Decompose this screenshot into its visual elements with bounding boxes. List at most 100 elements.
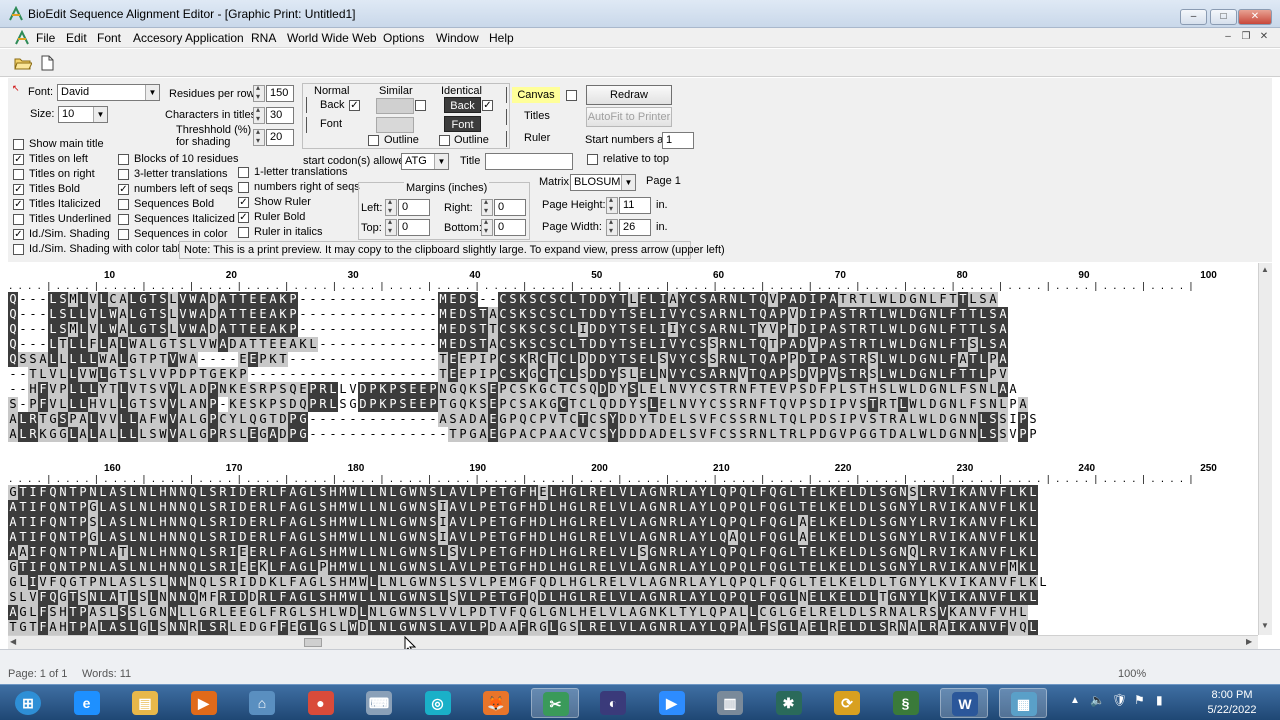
option-right-checkbox-2[interactable]: ✓ xyxy=(238,197,249,208)
taskbar-app-security-app[interactable]: ⟳ xyxy=(823,688,871,718)
menu-world-wide-web[interactable]: World Wide Web xyxy=(287,31,377,45)
menu-help[interactable]: Help xyxy=(489,31,514,45)
taskbar-app-media-player[interactable]: ▶ xyxy=(180,688,228,718)
option-left-checkbox-5[interactable]: ✓ xyxy=(13,229,24,240)
ruler-color-label[interactable]: Ruler xyxy=(524,132,550,144)
option-mid-checkbox-3[interactable] xyxy=(118,199,129,210)
option-mid-checkbox-5[interactable] xyxy=(118,229,129,240)
taskbar-app-xmind[interactable]: ✱ xyxy=(765,688,813,718)
menu-rna[interactable]: RNA xyxy=(251,31,276,45)
option-right-checkbox-4[interactable] xyxy=(238,227,249,238)
taskbar-time[interactable]: 8:00 PM xyxy=(1197,689,1267,701)
option-right-checkbox-1[interactable] xyxy=(238,182,249,193)
page-height-spinner[interactable] xyxy=(606,195,618,214)
option-left-checkbox-3[interactable]: ✓ xyxy=(13,199,24,210)
taskbar-app-keyboard-app[interactable]: ⌨ xyxy=(355,688,403,718)
title-input[interactable] xyxy=(485,153,573,170)
identical-back-checkbox[interactable]: ✓ xyxy=(482,100,493,111)
expand-view-arrow-icon[interactable]: ↖ xyxy=(12,83,22,93)
option-left-checkbox-1[interactable] xyxy=(13,169,24,180)
page-width-input[interactable]: 26 xyxy=(619,219,651,236)
mdi-close-button[interactable]: ✕ xyxy=(1257,31,1271,45)
normal-back-checkbox[interactable]: ✓ xyxy=(349,100,360,111)
new-document-icon[interactable] xyxy=(40,55,54,71)
mdi-minimize-button[interactable]: – xyxy=(1221,31,1235,45)
margin-top-input[interactable]: 0 xyxy=(398,219,430,236)
tray-network-icon[interactable]: ▮ xyxy=(1156,693,1163,707)
identical-outline-checkbox[interactable] xyxy=(439,135,450,146)
margin-left-input[interactable]: 0 xyxy=(398,199,430,216)
relative-to-top-checkbox[interactable] xyxy=(587,154,598,165)
page-height-input[interactable]: 11 xyxy=(619,197,651,214)
taskbar-app-folder-app[interactable]: ▥ xyxy=(706,688,754,718)
similar-back-checkbox[interactable] xyxy=(415,100,426,111)
canvas-color-swatch[interactable]: Canvas xyxy=(512,87,560,103)
menu-options[interactable]: Options xyxy=(383,31,424,45)
taskbar-app-chrome[interactable]: ● xyxy=(297,688,345,718)
show-main-title-checkbox[interactable] xyxy=(13,139,24,150)
canvas-checkbox[interactable] xyxy=(566,90,577,101)
taskbar-app-network-app[interactable]: ⌂ xyxy=(238,688,286,718)
scroll-right-icon[interactable]: ▶ xyxy=(1246,637,1252,646)
option-mid-checkbox-0[interactable] xyxy=(118,154,129,165)
tray-flag-icon[interactable]: ⚑ xyxy=(1134,693,1145,707)
taskbar-app-internet-explorer[interactable]: e xyxy=(63,688,111,718)
option-left-checkbox-2[interactable]: ✓ xyxy=(13,184,24,195)
titles-color-label[interactable]: Titles xyxy=(524,110,550,122)
option-left-checkbox-4[interactable] xyxy=(13,214,24,225)
open-folder-icon[interactable] xyxy=(14,56,32,70)
option-mid-checkbox-1[interactable] xyxy=(118,169,129,180)
horizontal-scroll-thumb[interactable] xyxy=(304,638,322,647)
residues-per-row-input[interactable]: 150 xyxy=(266,85,294,102)
similar-back-swatch[interactable] xyxy=(376,98,414,114)
margin-top-spinner[interactable] xyxy=(385,217,397,236)
size-select[interactable]: 10 ▼ xyxy=(58,106,108,123)
tray-expand-icon[interactable]: ▲ xyxy=(1070,695,1080,706)
scroll-left-icon[interactable]: ◀ xyxy=(10,637,16,646)
taskbar-app-notepad[interactable]: ▦ xyxy=(998,688,1047,718)
minimize-button[interactable]: – xyxy=(1180,9,1207,25)
taskbar-app-word[interactable]: W xyxy=(940,688,988,718)
similar-font-swatch[interactable] xyxy=(376,117,414,133)
option-right-checkbox-3[interactable]: ✓ xyxy=(238,212,249,223)
maximize-button[interactable]: □ xyxy=(1210,9,1237,25)
menu-font[interactable]: Font xyxy=(97,31,121,45)
residues-per-row-spinner[interactable] xyxy=(253,83,265,102)
identical-font-swatch[interactable]: Font xyxy=(444,116,481,132)
margin-right-input[interactable]: 0 xyxy=(494,199,526,216)
option-mid-checkbox-4[interactable] xyxy=(118,214,129,225)
option-left-checkbox-0[interactable]: ✓ xyxy=(13,154,24,165)
scroll-up-icon[interactable]: ▲ xyxy=(1261,265,1269,274)
taskbar-app-bioedit[interactable]: ✂ xyxy=(530,688,579,718)
mdi-restore-button[interactable]: ❐ xyxy=(1239,31,1253,45)
threshold-input[interactable]: 20 xyxy=(266,129,294,146)
normal-back-label[interactable]: Back xyxy=(320,99,344,111)
margin-bottom-input[interactable]: 0 xyxy=(494,219,526,236)
taskbar-app-start[interactable]: ⊞ xyxy=(4,688,52,718)
menu-file[interactable]: File xyxy=(36,31,55,45)
horizontal-scrollbar[interactable]: ◀ ▶ xyxy=(8,635,1258,649)
margin-left-spinner[interactable] xyxy=(385,197,397,216)
autofit-to-printer-button[interactable]: AutoFit to Printer xyxy=(586,107,672,127)
taskbar-date[interactable]: 5/22/2022 xyxy=(1197,704,1267,716)
characters-in-titles-spinner[interactable] xyxy=(253,105,265,124)
scroll-down-icon[interactable]: ▼ xyxy=(1261,621,1269,630)
taskbar-app-file-explorer[interactable]: ▤ xyxy=(121,688,169,718)
margin-right-spinner[interactable] xyxy=(481,197,493,216)
taskbar-app-eclipse[interactable]: ◐ xyxy=(589,688,637,718)
tray-security-icon[interactable]: 🛡 xyxy=(1112,693,1127,707)
start-codon-select[interactable]: ATG ▼ xyxy=(401,153,449,170)
vertical-scrollbar[interactable]: ▲ ▼ xyxy=(1258,263,1272,635)
option-mid-checkbox-2[interactable]: ✓ xyxy=(118,184,129,195)
redraw-button[interactable]: Redraw xyxy=(586,85,672,105)
menu-window[interactable]: Window xyxy=(436,31,479,45)
taskbar-app-dna-app[interactable]: § xyxy=(882,688,930,718)
alignment-canvas[interactable]: 10 20 30 40 50 60 70 80 90 100 ....|....|....|....… xyxy=(0,263,1258,635)
option-left-checkbox-6[interactable] xyxy=(13,244,24,255)
menu-accesory-application[interactable]: Accesory Application xyxy=(133,31,244,45)
identical-back-swatch[interactable]: Back xyxy=(444,97,481,113)
option-right-checkbox-0[interactable] xyxy=(238,167,249,178)
menu-edit[interactable]: Edit xyxy=(66,31,87,45)
close-button[interactable]: ✕ xyxy=(1238,9,1272,25)
matrix-select[interactable]: BLOSUM6 ▼ xyxy=(570,174,636,191)
